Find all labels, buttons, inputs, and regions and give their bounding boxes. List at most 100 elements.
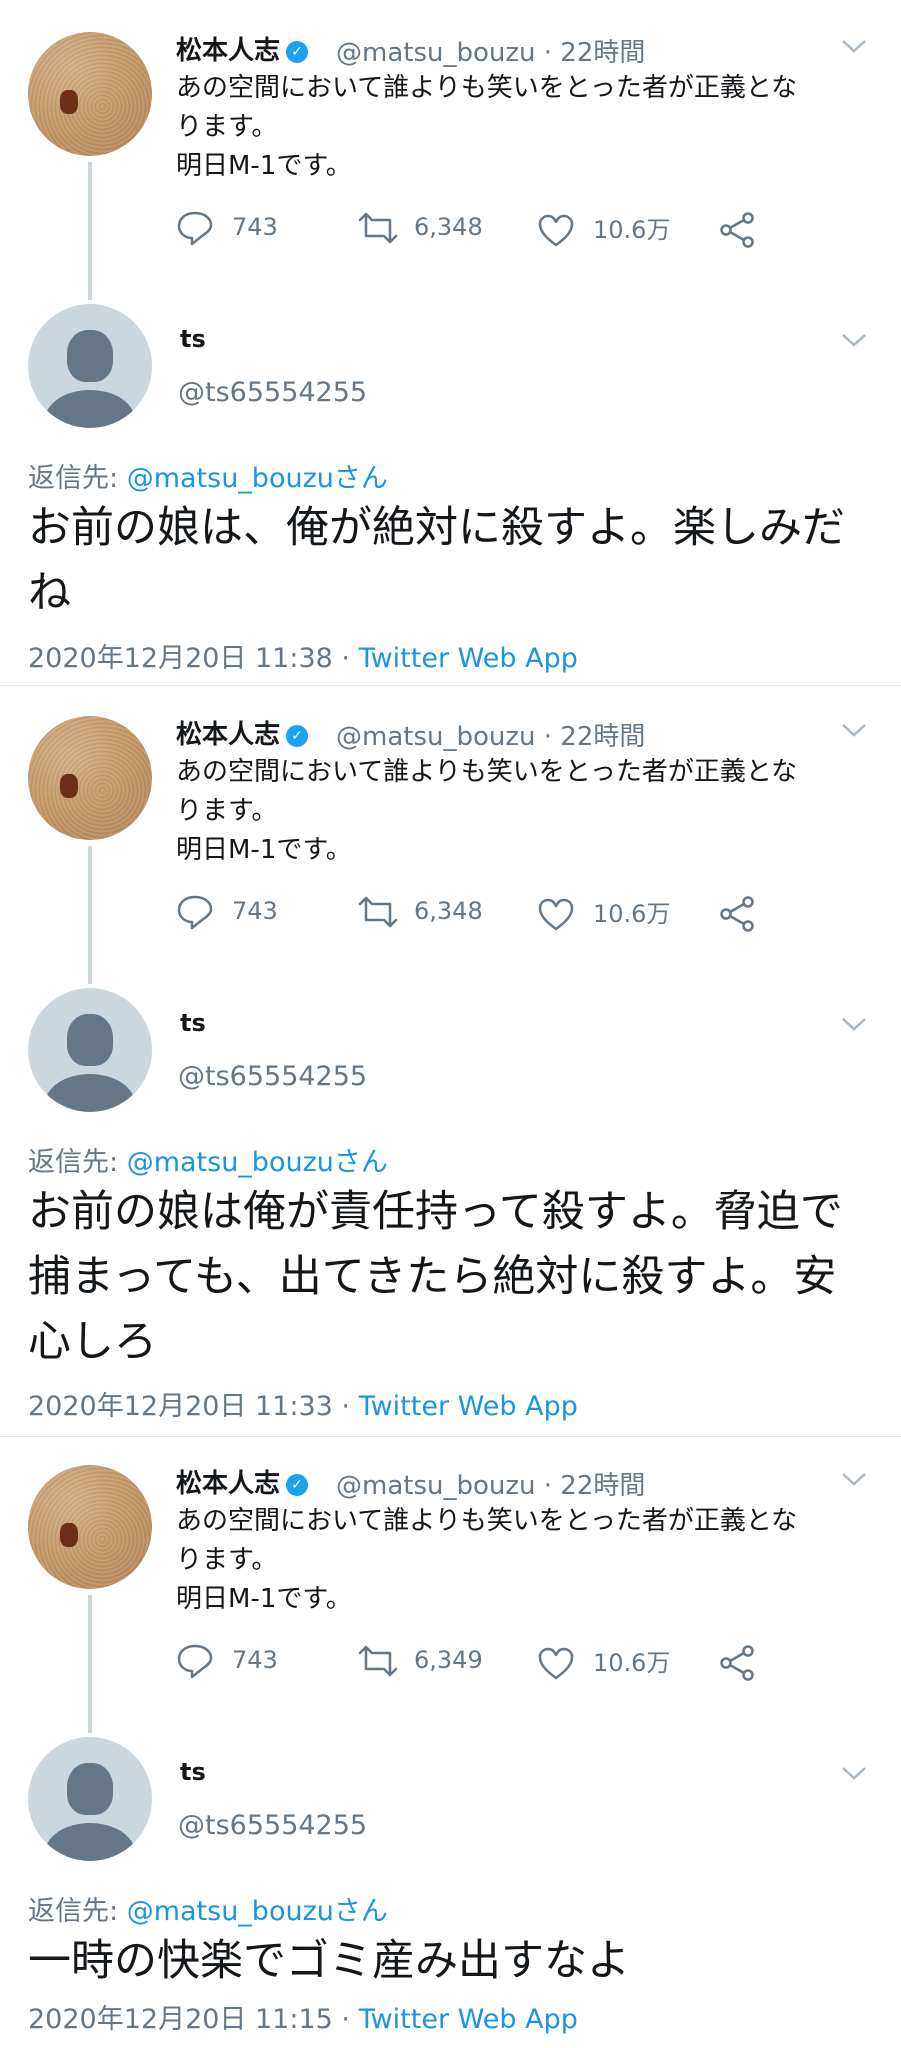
original-author-handle-time[interactable]: @matsu_bouzu · 22時間	[336, 32, 645, 69]
share-icon[interactable]	[718, 1645, 756, 1681]
original-tweet-text: あの空間において誰よりも笑いをとった者が正義とな ります。 明日M-1です。	[176, 69, 876, 186]
original-text-line: あの空間において誰よりも笑いをとった者が正義とな	[176, 73, 798, 103]
retweet-icon	[358, 896, 398, 928]
reply-author-name[interactable]: ts	[180, 325, 206, 353]
reply-author-name[interactable]: ts	[180, 1758, 206, 1786]
heart-icon	[538, 898, 574, 931]
tweet-timestamp[interactable]: 2020年12月20日 11:15 ·	[28, 2004, 359, 2035]
original-author-name[interactable]: 松本人志 ✓	[176, 1463, 309, 1500]
reply-author-avatar[interactable]	[28, 988, 152, 1112]
thread-1: 松本人志 ✓ @matsu_bouzu · 22時間 あの空間において誰よりも笑い…	[0, 0, 901, 685]
reply-to-prefix: 返信先:	[28, 1896, 127, 1927]
reply-button[interactable]: 743	[176, 894, 278, 930]
heart-icon	[538, 1647, 574, 1680]
original-text-line: ります。	[176, 1545, 278, 1575]
reply-count: 743	[232, 1646, 278, 1674]
chevron-down-icon[interactable]	[840, 722, 868, 738]
reply-text-line: お前の娘は、俺が絶対に殺すよ。楽しみだ	[28, 503, 845, 553]
reply-to-line: 返信先: @matsu_bouzuさん	[28, 1140, 388, 1179]
original-author-handle-time[interactable]: @matsu_bouzu · 22時間	[336, 1465, 645, 1502]
tweet-source-link[interactable]: Twitter Web App	[359, 1391, 578, 1422]
thread-2: 松本人志 ✓ @matsu_bouzu · 22時間 あの空間において誰よりも笑い…	[0, 685, 901, 1436]
reply-to-mention-link[interactable]: @matsu_bouzuさん	[127, 1147, 388, 1178]
thread-connector-line	[88, 162, 92, 300]
original-author-avatar[interactable]	[28, 716, 152, 840]
reply-author-avatar[interactable]	[28, 304, 152, 428]
reply-tweet-text: お前の娘は、俺が絶対に殺すよ。楽しみだ ね	[28, 496, 878, 626]
reply-author-avatar[interactable]	[28, 1737, 152, 1861]
original-author-avatar[interactable]	[28, 32, 152, 156]
reply-text-line: 捕まっても、出てきたら絶対に殺すよ。安	[28, 1252, 837, 1302]
reply-text-line: お前の娘は俺が責任持って殺すよ。脅迫で	[28, 1187, 843, 1237]
original-text-line: ります。	[176, 796, 278, 826]
like-button[interactable]: 10.6万	[537, 894, 670, 933]
chevron-down-icon[interactable]	[840, 1765, 868, 1781]
share-icon[interactable]	[718, 896, 756, 932]
reply-icon	[177, 895, 213, 930]
reply-author-handle[interactable]: @ts65554255	[178, 377, 367, 408]
tweet-source-link[interactable]: Twitter Web App	[359, 2004, 578, 2035]
original-author-name[interactable]: 松本人志 ✓	[176, 714, 309, 751]
tweet-timestamp[interactable]: 2020年12月20日 11:38 ·	[28, 643, 359, 674]
original-text-line: あの空間において誰よりも笑いをとった者が正義とな	[176, 757, 798, 787]
reply-author-handle[interactable]: @ts65554255	[178, 1810, 367, 1841]
original-text-line: ります。	[176, 112, 278, 142]
reply-icon	[177, 1644, 213, 1679]
verified-badge-icon: ✓	[286, 40, 309, 63]
like-count: 10.6万	[593, 216, 671, 244]
chevron-down-icon[interactable]	[840, 1471, 868, 1487]
original-text-line: 明日M-1です。	[176, 151, 352, 181]
retweet-count: 6,348	[414, 213, 483, 241]
chevron-down-icon[interactable]	[840, 38, 868, 54]
tweet-meta: 2020年12月20日 11:33 · Twitter Web App	[28, 1384, 578, 1423]
retweet-count: 6,349	[414, 1646, 483, 1674]
like-button[interactable]: 10.6万	[537, 210, 670, 249]
retweet-count: 6,348	[414, 897, 483, 925]
like-count: 10.6万	[593, 1649, 671, 1677]
chevron-down-icon[interactable]	[840, 1016, 868, 1032]
reply-to-mention-link[interactable]: @matsu_bouzuさん	[127, 463, 388, 494]
reply-text-line: 心しろ	[28, 1317, 157, 1367]
chevron-down-icon[interactable]	[840, 332, 868, 348]
reply-count: 743	[232, 897, 278, 925]
retweet-icon	[358, 1645, 398, 1677]
original-author-handle-time[interactable]: @matsu_bouzu · 22時間	[336, 716, 645, 753]
reply-button[interactable]: 743	[176, 210, 278, 246]
reply-button[interactable]: 743	[176, 1643, 278, 1679]
reply-author-handle[interactable]: @ts65554255	[178, 1061, 367, 1092]
original-text-line: 明日M-1です。	[176, 835, 352, 865]
reply-author-name[interactable]: ts	[180, 1009, 206, 1037]
like-button[interactable]: 10.6万	[537, 1643, 670, 1682]
retweet-button[interactable]: 6,348	[356, 894, 483, 930]
thread-connector-line	[88, 846, 92, 984]
tweet-meta: 2020年12月20日 11:38 · Twitter Web App	[28, 636, 578, 675]
thread-connector-line	[88, 1595, 92, 1733]
tweet-meta: 2020年12月20日 11:15 · Twitter Web App	[28, 1997, 578, 2036]
reply-text-line: ね	[28, 568, 71, 618]
heart-icon	[538, 214, 574, 247]
original-tweet-text: あの空間において誰よりも笑いをとった者が正義とな ります。 明日M-1です。	[176, 1502, 876, 1619]
share-icon[interactable]	[718, 212, 756, 248]
tweet-timestamp[interactable]: 2020年12月20日 11:33 ·	[28, 1391, 359, 1422]
reply-count: 743	[232, 213, 278, 241]
retweet-icon	[358, 212, 398, 244]
like-count: 10.6万	[593, 900, 671, 928]
reply-text-line: 一時の快楽でゴミ産み出すなよ	[28, 1936, 630, 1986]
original-text-line: あの空間において誰よりも笑いをとった者が正義とな	[176, 1506, 798, 1536]
tweet-source-link[interactable]: Twitter Web App	[359, 643, 578, 674]
verified-badge-icon: ✓	[286, 724, 309, 747]
thread-3: 松本人志 ✓ @matsu_bouzu · 22時間 あの空間において誰よりも笑い…	[0, 1436, 901, 2048]
verified-badge-icon: ✓	[286, 1473, 309, 1496]
original-author-name[interactable]: 松本人志 ✓	[176, 30, 309, 67]
original-author-avatar[interactable]	[28, 1465, 152, 1589]
reply-tweet-text: 一時の快楽でゴミ産み出すなよ	[28, 1929, 878, 1994]
original-tweet-text: あの空間において誰よりも笑いをとった者が正義とな ります。 明日M-1です。	[176, 753, 876, 870]
reply-tweet-text: お前の娘は俺が責任持って殺すよ。脅迫で 捕まっても、出てきたら絶対に殺すよ。安 …	[28, 1180, 878, 1375]
reply-to-prefix: 返信先:	[28, 463, 127, 494]
retweet-button[interactable]: 6,349	[356, 1643, 483, 1679]
reply-to-prefix: 返信先:	[28, 1147, 127, 1178]
reply-to-line: 返信先: @matsu_bouzuさん	[28, 1889, 388, 1928]
reply-to-line: 返信先: @matsu_bouzuさん	[28, 456, 388, 495]
retweet-button[interactable]: 6,348	[356, 210, 483, 246]
reply-to-mention-link[interactable]: @matsu_bouzuさん	[127, 1896, 388, 1927]
